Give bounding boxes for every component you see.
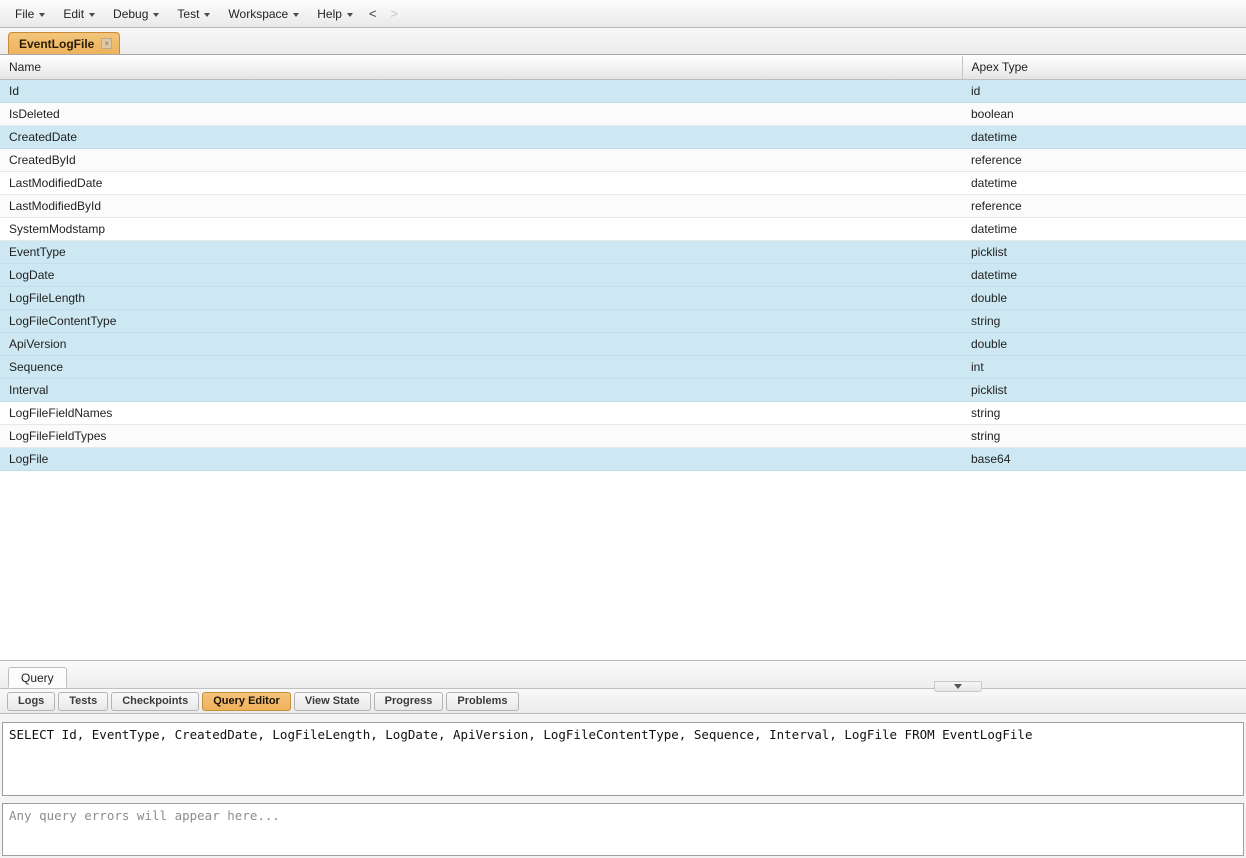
view-tab-tests[interactable]: Tests xyxy=(58,691,109,711)
schema-table-body: Id id IsDeleted boolean CreatedDate datetime C… xyxy=(0,79,1246,471)
table-row[interactable]: SystemModstamp datetime xyxy=(0,217,1246,241)
menu-item-debug-label: Debug xyxy=(113,6,149,21)
chevron-down-icon xyxy=(153,12,160,17)
table-row[interactable]: LogFileLength double xyxy=(0,286,1246,310)
query-editor-panel[interactable]: SELECT Id, EventType, CreatedDate, LogFi… xyxy=(2,722,1244,796)
object-tab-label: EventLogFile xyxy=(19,36,95,51)
table-row[interactable]: LogFileFieldTypes string xyxy=(0,424,1246,448)
chevron-down-icon xyxy=(954,684,962,689)
cell-apex-type: datetime xyxy=(962,171,1246,195)
cell-field-name: EventType xyxy=(0,240,962,264)
menu-item-file-label: File xyxy=(15,6,35,21)
table-row[interactable]: Interval picklist xyxy=(0,378,1246,402)
object-tab-strip: EventLogFile × xyxy=(0,28,1246,55)
table-row[interactable]: IsDeleted boolean xyxy=(0,102,1246,126)
cell-field-name: LogFileFieldNames xyxy=(0,401,962,425)
schema-table: Name Apex Type Id id IsDeleted boolean Creat… xyxy=(0,56,1246,471)
cell-field-name: LogFile xyxy=(0,447,962,471)
cell-field-name: LogFileFieldTypes xyxy=(0,424,962,448)
cell-apex-type: base64 xyxy=(962,447,1246,471)
cell-field-name: LastModifiedById xyxy=(0,194,962,218)
menu-item-help[interactable]: Help xyxy=(308,4,362,24)
table-row[interactable]: ApiVersion double xyxy=(0,332,1246,356)
splitter-collapse-handle[interactable] xyxy=(934,681,982,692)
cell-apex-type: double xyxy=(962,332,1246,356)
view-tab-query-editor[interactable]: Query Editor xyxy=(202,691,291,711)
cell-apex-type: datetime xyxy=(962,125,1246,149)
cell-field-name: ApiVersion xyxy=(0,332,962,356)
table-row[interactable]: LogFile base64 xyxy=(0,447,1246,471)
chevron-down-icon xyxy=(39,12,46,17)
menu-item-help-label: Help xyxy=(317,6,342,21)
query-error-panel[interactable]: Any query errors will appear here... xyxy=(2,803,1244,856)
query-tab-row: Query xyxy=(0,661,1246,692)
chevron-down-icon xyxy=(204,12,211,17)
cell-field-name: IsDeleted xyxy=(0,102,962,126)
cell-apex-type: string xyxy=(962,309,1246,333)
nav-forward-icon[interactable]: > xyxy=(384,5,406,22)
menu-item-workspace-label: Workspace xyxy=(228,6,289,21)
cell-apex-type: picklist xyxy=(962,240,1246,264)
cell-apex-type: reference xyxy=(962,194,1246,218)
menu-item-debug[interactable]: Debug xyxy=(104,4,168,24)
table-row[interactable]: LogFileFieldNames string xyxy=(0,401,1246,425)
query-error-text: Any query errors will appear here... xyxy=(9,808,280,823)
table-row[interactable]: Sequence int xyxy=(0,355,1246,379)
view-tab-logs[interactable]: Logs xyxy=(7,691,56,711)
view-tab-view-state[interactable]: View State xyxy=(293,691,371,711)
nav-back-icon[interactable]: < xyxy=(362,5,384,22)
menu-item-edit-label: Edit xyxy=(63,6,85,21)
cell-apex-type: picklist xyxy=(962,378,1246,402)
menu-item-edit[interactable]: Edit xyxy=(54,4,104,24)
cell-field-name: LogDate xyxy=(0,263,962,287)
cell-field-name: Interval xyxy=(0,378,962,402)
menu-item-workspace[interactable]: Workspace xyxy=(219,4,308,24)
cell-apex-type: id xyxy=(962,79,1246,103)
column-header-apex-type[interactable]: Apex Type xyxy=(961,56,1246,80)
cell-field-name: CreatedById xyxy=(0,148,962,172)
schema-table-panel: Name Apex Type Id id IsDeleted boolean Creat… xyxy=(0,56,1246,661)
cell-field-name: CreatedDate xyxy=(0,125,962,149)
chevron-down-icon xyxy=(346,12,353,17)
cell-field-name: LogFileLength xyxy=(0,286,962,310)
cell-field-name: Sequence xyxy=(0,355,962,379)
cell-apex-type: string xyxy=(962,424,1246,448)
cell-apex-type: int xyxy=(962,355,1246,379)
cell-apex-type: datetime xyxy=(962,263,1246,287)
table-row[interactable]: CreatedById reference xyxy=(0,148,1246,172)
cell-field-name: SystemModstamp xyxy=(0,217,962,241)
menu-item-file[interactable]: File xyxy=(6,4,54,24)
table-row[interactable]: CreatedDate datetime xyxy=(0,125,1246,149)
query-input[interactable]: SELECT Id, EventType, CreatedDate, LogFi… xyxy=(3,723,1243,743)
cell-apex-type: reference xyxy=(962,148,1246,172)
cell-apex-type: string xyxy=(962,401,1246,425)
table-row[interactable]: LastModifiedDate datetime xyxy=(0,171,1246,195)
view-tab-progress[interactable]: Progress xyxy=(373,691,444,711)
table-row[interactable]: LogFileContentType string xyxy=(0,309,1246,333)
view-tab-problems[interactable]: Problems xyxy=(446,691,519,711)
view-tab-bar: Logs Tests Checkpoints Query Editor View Sta… xyxy=(0,689,1246,714)
close-icon[interactable]: × xyxy=(101,38,113,49)
menu-item-test[interactable]: Test xyxy=(168,4,219,24)
menu-bar: File Edit Debug Test Workspace Help < > xyxy=(0,0,1246,28)
cell-apex-type: datetime xyxy=(962,217,1246,241)
menu-item-test-label: Test xyxy=(177,6,200,21)
table-row[interactable]: LogDate datetime xyxy=(0,263,1246,287)
tab-query[interactable]: Query xyxy=(8,667,67,688)
object-tab-eventlogfile[interactable]: EventLogFile × xyxy=(8,32,121,54)
chevron-down-icon xyxy=(89,12,96,17)
view-tab-checkpoints[interactable]: Checkpoints xyxy=(111,691,200,711)
cell-field-name: Id xyxy=(0,79,962,103)
table-row[interactable]: LastModifiedById reference xyxy=(0,194,1246,218)
table-row[interactable]: EventType picklist xyxy=(0,240,1246,264)
column-header-name[interactable]: Name xyxy=(0,56,962,80)
chevron-down-icon xyxy=(293,12,300,17)
table-row[interactable]: Id id xyxy=(0,79,1246,103)
cell-field-name: LogFileContentType xyxy=(0,309,962,333)
table-header-row: Name Apex Type xyxy=(0,56,1246,80)
cell-field-name: LastModifiedDate xyxy=(0,171,962,195)
cell-apex-type: double xyxy=(962,286,1246,310)
cell-apex-type: boolean xyxy=(962,102,1246,126)
lower-pane: Query Logs Tests Checkpoints Query Editor Vi… xyxy=(0,661,1246,858)
